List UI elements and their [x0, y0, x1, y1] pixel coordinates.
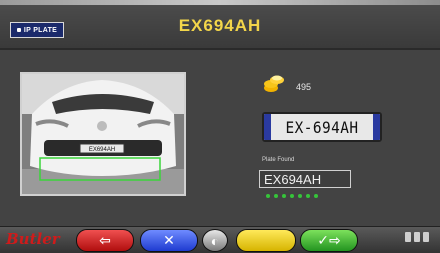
ip-plate-badge: IP PLATE [10, 22, 64, 38]
status-icon [405, 232, 411, 242]
progress-dot [298, 194, 302, 198]
recognized-plate: EX-694AH [262, 112, 382, 142]
progress-dot [290, 194, 294, 198]
credits-value: 495 [296, 82, 312, 92]
butler-logo: Butler [6, 230, 60, 248]
progress-dot [306, 194, 310, 198]
progress-dot [266, 194, 270, 198]
plate-cancel-button[interactable]: ✕ [140, 229, 198, 252]
top-stripe [0, 0, 440, 5]
plate-found-field[interactable]: EX694AH [259, 170, 351, 188]
status-icon [423, 232, 429, 242]
page-title: EX694AH [178, 16, 262, 35]
plate-found-label: Plate Found [262, 157, 295, 163]
back-button[interactable]: ⇦ [76, 229, 134, 252]
status-icon [414, 232, 420, 242]
recognized-plate-text: EX-694AH [285, 117, 359, 137]
plate-dot-icon [16, 28, 21, 32]
ip-plate-label: IP PLATE [23, 26, 58, 34]
car-photo: EX694AH [22, 74, 184, 194]
progress-dot [282, 194, 286, 198]
eu-band [264, 114, 271, 140]
progress-dots [266, 194, 318, 198]
progress-dot [314, 194, 318, 198]
progress-dot [274, 194, 278, 198]
camera-plate-text: EX694AH [89, 147, 115, 153]
back-arrow-icon: ⇦ [99, 232, 111, 248]
coins-icon [264, 75, 284, 92]
status-icons [405, 232, 429, 242]
eu-band-right [373, 114, 380, 140]
wheel-icon: ◐ [210, 232, 220, 249]
plate-cancel-icon: ✕ [163, 232, 175, 248]
ok-button[interactable]: ✓⇨ [300, 229, 358, 252]
ok-arrow-icon: ✓⇨ [317, 232, 341, 248]
wheel-button[interactable]: ◐ [202, 229, 228, 252]
camera-image: EX694AH [20, 72, 186, 196]
yellow-button[interactable] [236, 229, 296, 252]
